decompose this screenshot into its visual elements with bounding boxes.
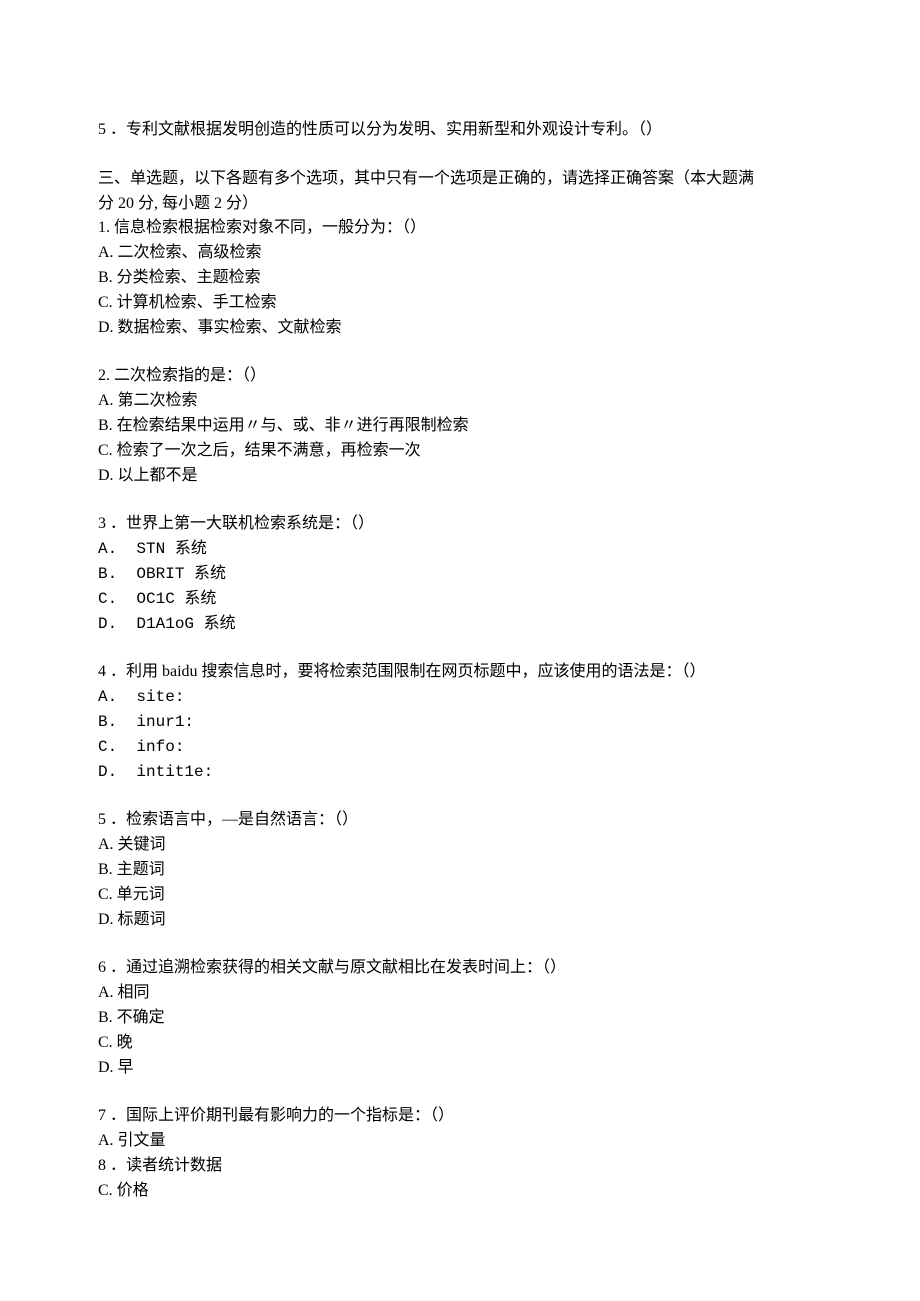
mc-question-6: 6 ．通过追溯检索获得的相关文献与原文献相比在发表时间上：（） A. 相同 B.… bbox=[98, 956, 830, 1080]
mc-q5-option-b: B. 主题词 bbox=[98, 858, 830, 883]
mc-q4-option-d: D. intit1e: bbox=[98, 760, 830, 785]
mc-q3-option-a: A. STN 系统 bbox=[98, 537, 830, 562]
mc-q4-option-c: C. info: bbox=[98, 735, 830, 760]
mc-question-2: 2. 二次检索指的是：（） A. 第二次检索 B. 在检索结果中运用〃与、或、非… bbox=[98, 364, 830, 488]
section-3-header-line2: 分 20 分, 每小题 2 分） bbox=[98, 192, 830, 217]
mc-q1-option-a: A. 二次检索、高级检索 bbox=[98, 241, 830, 266]
section-3-header-block: 三、单选题，以下各题有多个选项，其中只有一个选项是正确的，请选择正确答案（本大题… bbox=[98, 167, 830, 341]
mc-q2-option-d: D. 以上都不是 bbox=[98, 464, 830, 489]
mc-q2-option-c: C. 检索了一次之后，结果不满意，再检索一次 bbox=[98, 439, 830, 464]
tf-q5-text: 5 ．专利文献根据发明创造的性质可以分为发明、实用新型和外观设计专利。（） bbox=[98, 118, 830, 143]
mc-q5-option-a: A. 关键词 bbox=[98, 833, 830, 858]
tf-question-5: 5 ．专利文献根据发明创造的性质可以分为发明、实用新型和外观设计专利。（） bbox=[98, 118, 830, 143]
section-3-header-line1: 三、单选题，以下各题有多个选项，其中只有一个选项是正确的，请选择正确答案（本大题… bbox=[98, 167, 830, 192]
mc-q5-stem: 5 ．检索语言中，—是自然语言：（） bbox=[98, 808, 830, 833]
mc-q6-option-d: D. 早 bbox=[98, 1056, 830, 1081]
mc-q2-stem: 2. 二次检索指的是：（） bbox=[98, 364, 830, 389]
mc-q7-stem: 7 ．国际上评价期刊最有影响力的一个指标是：（） bbox=[98, 1104, 830, 1129]
mc-question-7: 7 ．国际上评价期刊最有影响力的一个指标是：（） A. 引文量 8 ．读者统计数… bbox=[98, 1104, 830, 1203]
mc-q1-option-d: D. 数据检索、事实检索、文献检索 bbox=[98, 316, 830, 341]
mc-question-3: 3 ．世界上第一大联机检索系统是：（） A. STN 系统 B. OBRIT 系… bbox=[98, 512, 830, 636]
mc-q1-option-c: C. 计算机检索、手工检索 bbox=[98, 291, 830, 316]
mc-q3-stem: 3 ．世界上第一大联机检索系统是：（） bbox=[98, 512, 830, 537]
mc-q6-option-c: C. 晚 bbox=[98, 1031, 830, 1056]
mc-q7-option-a: A. 引文量 bbox=[98, 1129, 830, 1154]
mc-q5-option-c: C. 单元词 bbox=[98, 883, 830, 908]
mc-q7-option-c: C. 价格 bbox=[98, 1179, 830, 1204]
mc-q4-option-b: B. inur1: bbox=[98, 710, 830, 735]
mc-q6-option-a: A. 相同 bbox=[98, 981, 830, 1006]
mc-q3-option-b: B. OBRIT 系统 bbox=[98, 562, 830, 587]
mc-q2-option-b: B. 在检索结果中运用〃与、或、非〃进行再限制检索 bbox=[98, 414, 830, 439]
mc-q3-option-c: C. OC1C 系统 bbox=[98, 587, 830, 612]
mc-q1-stem: 1. 信息检索根据检索对象不同，一般分为：（） bbox=[98, 216, 830, 241]
mc-q5-option-d: D. 标题词 bbox=[98, 908, 830, 933]
mc-q2-option-a: A. 第二次检索 bbox=[98, 389, 830, 414]
mc-q1-option-b: B. 分类检索、主题检索 bbox=[98, 266, 830, 291]
mc-q3-option-d: D. D1A1oG 系统 bbox=[98, 612, 830, 637]
mc-q6-option-b: B. 不确定 bbox=[98, 1006, 830, 1031]
mc-question-4: 4 ．利用 baidu 搜索信息时，要将检索范围限制在网页标题中，应该使用的语法… bbox=[98, 660, 830, 784]
mc-question-5: 5 ．检索语言中，—是自然语言：（） A. 关键词 B. 主题词 C. 单元词 … bbox=[98, 808, 830, 932]
mc-q6-stem: 6 ．通过追溯检索获得的相关文献与原文献相比在发表时间上：（） bbox=[98, 956, 830, 981]
mc-q4-stem: 4 ．利用 baidu 搜索信息时，要将检索范围限制在网页标题中，应该使用的语法… bbox=[98, 660, 830, 685]
mc-q7-option-b: 8 ．读者统计数据 bbox=[98, 1154, 830, 1179]
mc-q4-option-a: A. site: bbox=[98, 685, 830, 710]
